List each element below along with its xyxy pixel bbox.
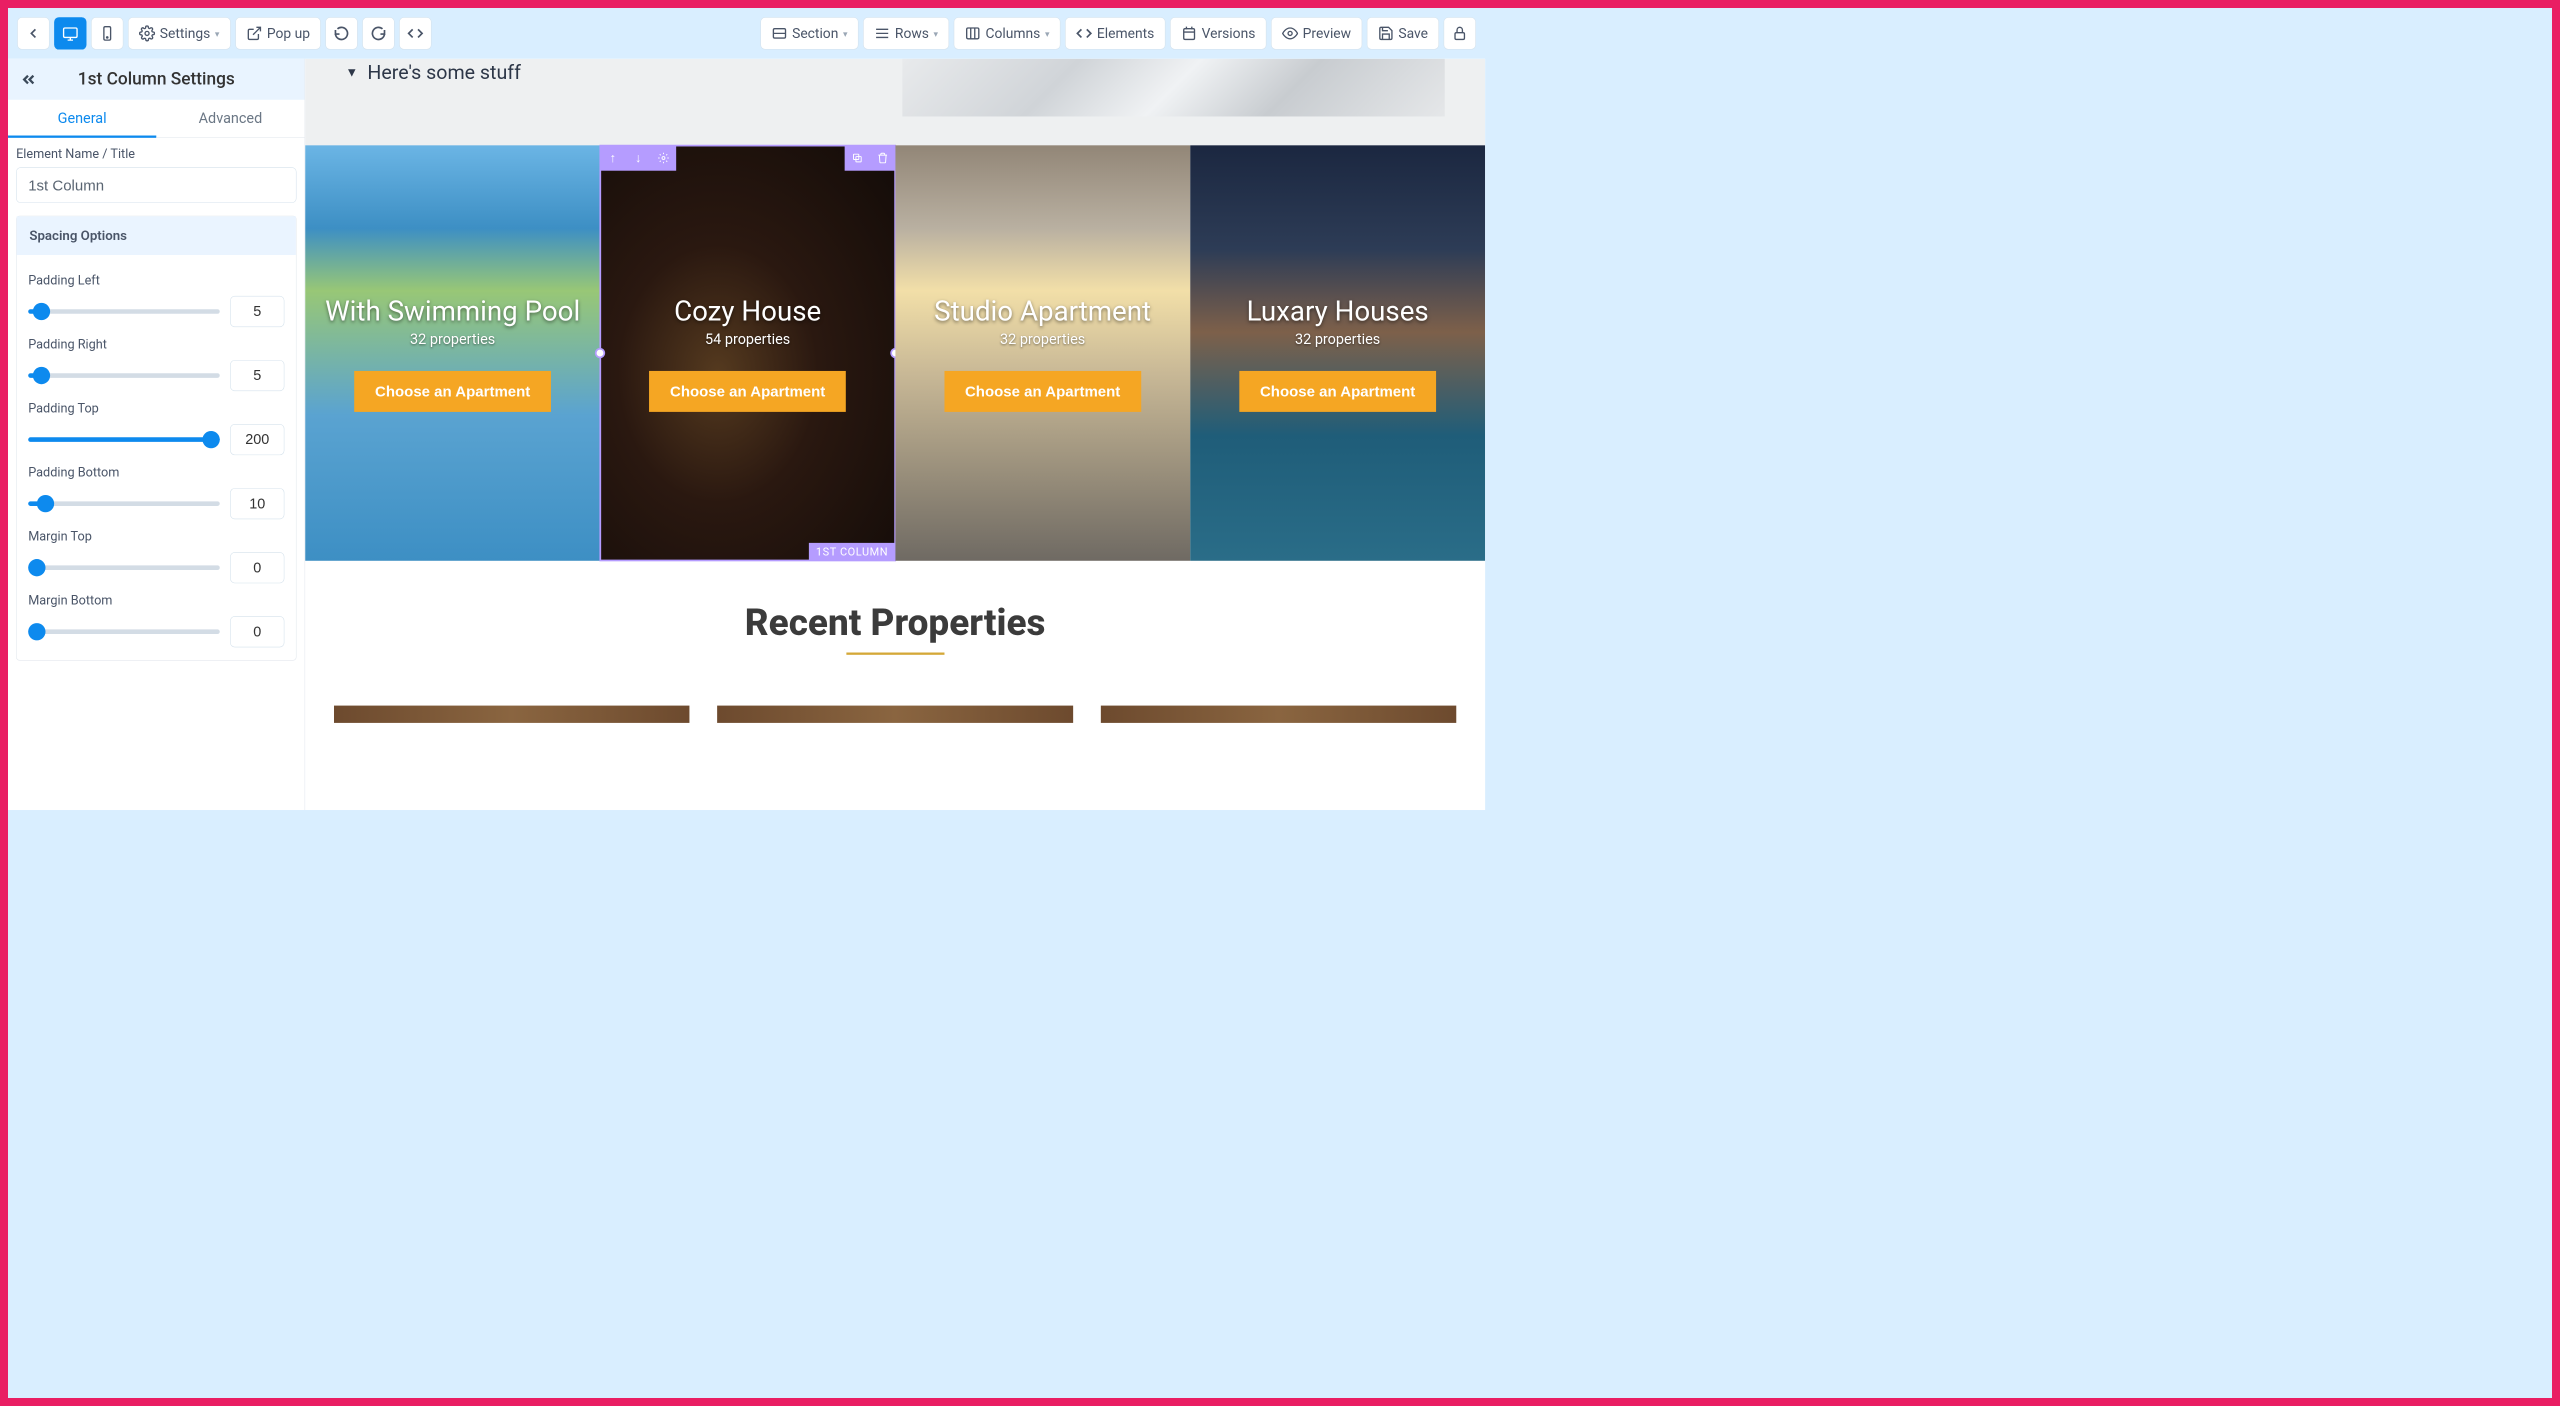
card-subtitle: 32 properties bbox=[1295, 331, 1380, 348]
save-label: Save bbox=[1398, 25, 1428, 41]
sidebar-title: 1st Column Settings bbox=[21, 69, 292, 89]
code-button[interactable] bbox=[399, 17, 431, 49]
slider-padding-right[interactable] bbox=[28, 373, 220, 378]
section-label: Section bbox=[792, 25, 838, 41]
popup-button[interactable]: Pop up bbox=[235, 17, 321, 49]
undo-button[interactable] bbox=[326, 17, 358, 49]
lock-button[interactable] bbox=[1444, 17, 1476, 49]
desktop-view-button[interactable] bbox=[54, 17, 86, 49]
property-thumb bbox=[1101, 706, 1457, 723]
eye-icon bbox=[1282, 25, 1298, 41]
property-card[interactable]: Studio Apartment 32 properties Choose an… bbox=[895, 145, 1190, 560]
choose-apartment-button[interactable]: Choose an Apartment bbox=[354, 371, 551, 412]
versions-button[interactable]: Versions bbox=[1170, 17, 1266, 49]
hero-text-content: Here's some stuff bbox=[367, 61, 521, 84]
triangle-down-icon: ▼ bbox=[346, 65, 359, 80]
slider-label: Padding Left bbox=[28, 273, 284, 287]
slider-padding-top[interactable] bbox=[28, 437, 220, 442]
chevron-down-icon: ▾ bbox=[843, 28, 848, 39]
tab-advanced[interactable]: Advanced bbox=[156, 100, 304, 138]
rows-icon bbox=[874, 25, 890, 41]
external-icon bbox=[246, 25, 262, 41]
slider-label: Margin Bottom bbox=[28, 594, 284, 608]
slider-label: Padding Top bbox=[28, 402, 284, 416]
property-thumb bbox=[334, 706, 690, 723]
section-dropdown[interactable]: Section ▾ bbox=[760, 17, 858, 49]
selection-label: 1ST COLUMN bbox=[809, 543, 895, 561]
recent-properties-title: Recent Properties bbox=[305, 601, 1485, 644]
settings-label: Settings bbox=[160, 25, 211, 41]
duplicate-button[interactable] bbox=[844, 145, 869, 170]
slider-value-input[interactable] bbox=[230, 296, 284, 327]
slider-value-input[interactable] bbox=[230, 616, 284, 647]
spacing-options-header: Spacing Options bbox=[17, 216, 296, 255]
delete-button[interactable] bbox=[870, 145, 895, 170]
property-card[interactable]: With Swimming Pool 32 properties Choose … bbox=[305, 145, 600, 560]
settings-dropdown[interactable]: Settings ▾ bbox=[128, 17, 231, 49]
slider-margin-top[interactable] bbox=[28, 565, 220, 570]
card-subtitle: 32 properties bbox=[410, 331, 495, 348]
slider-padding-bottom[interactable] bbox=[28, 501, 220, 506]
chevron-down-icon: ▾ bbox=[215, 28, 220, 39]
lock-icon bbox=[1452, 25, 1468, 41]
rows-label: Rows bbox=[895, 25, 929, 41]
card-subtitle: 32 properties bbox=[1000, 331, 1085, 348]
preview-label: Preview bbox=[1303, 25, 1351, 41]
card-title: Cozy House bbox=[674, 294, 821, 327]
settings-button[interactable] bbox=[651, 145, 676, 170]
columns-icon bbox=[965, 25, 981, 41]
preview-button[interactable]: Preview bbox=[1271, 17, 1362, 49]
settings-sidebar: 1st Column Settings General Advanced Ele… bbox=[8, 59, 305, 810]
collapse-sidebar-button[interactable] bbox=[16, 67, 41, 92]
editor-canvas[interactable]: ▼ Here's some stuff With Swimming Pool 3… bbox=[305, 59, 1485, 810]
card-title: Luxary Houses bbox=[1247, 294, 1429, 327]
property-card[interactable]: ↑ ↓ 1ST COLUMN Cozy House 54 properties … bbox=[600, 145, 895, 560]
property-card[interactable]: Luxary Houses 32 properties Choose an Ap… bbox=[1190, 145, 1485, 560]
choose-apartment-button[interactable]: Choose an Apartment bbox=[1239, 371, 1436, 412]
chevron-down-icon: ▾ bbox=[1045, 28, 1050, 39]
slider-label: Margin Top bbox=[28, 530, 284, 544]
element-name-label: Element Name / Title bbox=[16, 147, 296, 161]
move-up-button[interactable]: ↑ bbox=[600, 145, 625, 170]
slider-label: Padding Right bbox=[28, 337, 284, 351]
save-icon bbox=[1378, 25, 1394, 41]
resize-handle-left[interactable] bbox=[595, 348, 605, 358]
slider-value-input[interactable] bbox=[230, 360, 284, 391]
tab-general[interactable]: General bbox=[8, 100, 156, 138]
section-icon bbox=[771, 25, 787, 41]
rows-dropdown[interactable]: Rows ▾ bbox=[863, 17, 949, 49]
element-name-input[interactable] bbox=[16, 167, 296, 203]
elements-button[interactable]: Elements bbox=[1065, 17, 1165, 49]
mobile-view-button[interactable] bbox=[91, 17, 123, 49]
slider-value-input[interactable] bbox=[230, 424, 284, 455]
elements-label: Elements bbox=[1097, 25, 1154, 41]
columns-dropdown[interactable]: Columns ▾ bbox=[954, 17, 1061, 49]
chevron-double-left-icon bbox=[20, 70, 38, 88]
move-down-button[interactable]: ↓ bbox=[626, 145, 651, 170]
versions-label: Versions bbox=[1202, 25, 1256, 41]
slider-margin-bottom[interactable] bbox=[28, 629, 220, 634]
columns-label: Columns bbox=[985, 25, 1040, 41]
back-button[interactable] bbox=[17, 17, 49, 49]
versions-icon bbox=[1181, 25, 1197, 41]
card-title: Studio Apartment bbox=[934, 294, 1151, 327]
property-thumb bbox=[717, 706, 1073, 723]
slider-padding-left[interactable] bbox=[28, 309, 220, 314]
chevron-down-icon: ▾ bbox=[934, 28, 939, 39]
choose-apartment-button[interactable]: Choose an Apartment bbox=[944, 371, 1141, 412]
slider-value-input[interactable] bbox=[230, 488, 284, 519]
card-title: With Swimming Pool bbox=[325, 294, 580, 327]
card-subtitle: 54 properties bbox=[705, 331, 790, 348]
slider-value-input[interactable] bbox=[230, 552, 284, 583]
save-button[interactable]: Save bbox=[1367, 17, 1439, 49]
redo-button[interactable] bbox=[363, 17, 395, 49]
gear-icon bbox=[139, 25, 155, 41]
hero-text: ▼ Here's some stuff bbox=[346, 59, 521, 84]
elements-icon bbox=[1076, 25, 1092, 41]
popup-label: Pop up bbox=[267, 25, 310, 41]
hero-image-placeholder bbox=[902, 59, 1444, 117]
choose-apartment-button[interactable]: Choose an Apartment bbox=[649, 371, 846, 412]
slider-label: Padding Bottom bbox=[28, 466, 284, 480]
top-toolbar: Settings ▾ Pop up Section ▾ Rows ▾ Colum… bbox=[8, 8, 1485, 59]
